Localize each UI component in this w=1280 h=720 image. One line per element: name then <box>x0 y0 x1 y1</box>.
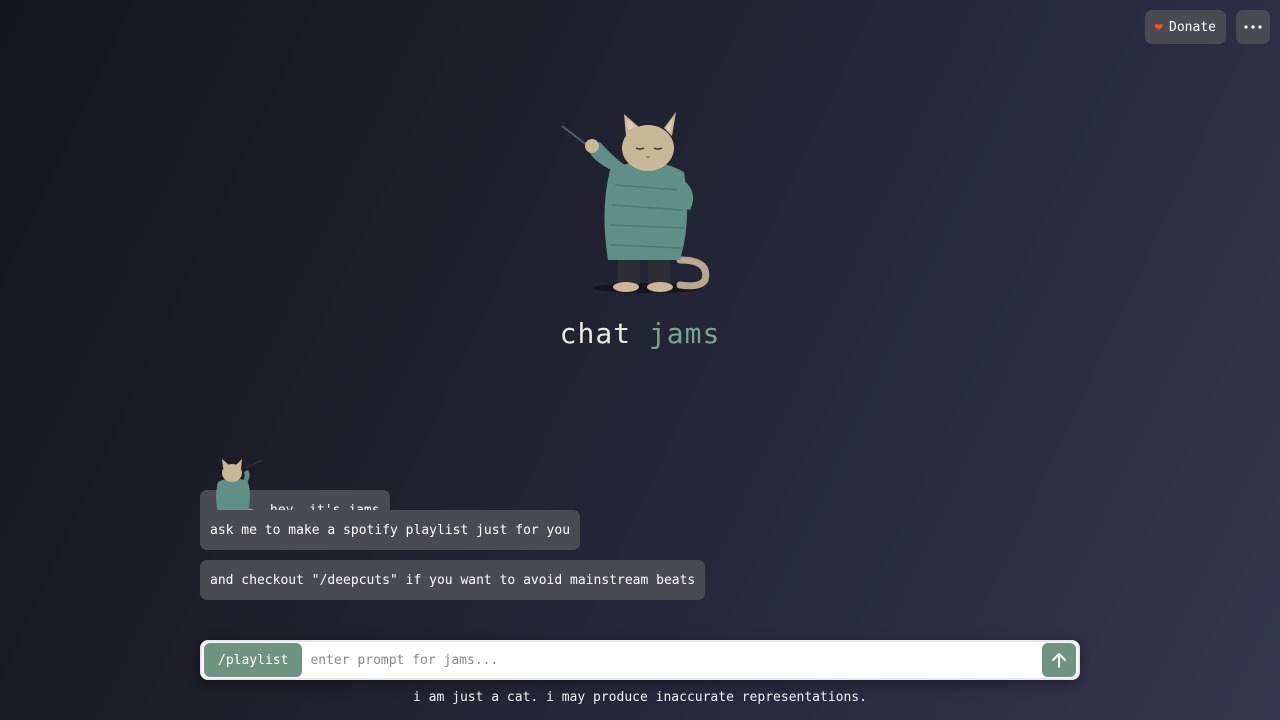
message-text: and checkout "/deepcuts" if you want to … <box>210 572 696 588</box>
arrow-up-icon <box>1052 653 1066 668</box>
more-horizontal-icon <box>1244 25 1262 29</box>
message-row: and checkout "/deepcuts" if you want to … <box>200 560 1080 610</box>
chat-thread: hey, it's jams ask me to make a spotify … <box>200 459 1080 610</box>
bot-message: and checkout "/deepcuts" if you want to … <box>200 560 706 600</box>
app-title: chat jams <box>560 317 721 350</box>
message-row: ask me to make a spotify playlist just f… <box>200 510 1080 560</box>
prompt-composer: /playlist <box>200 640 1080 680</box>
app-title-word-chat: chat <box>559 317 632 350</box>
prompt-input[interactable] <box>302 643 1042 677</box>
message-row: hey, it's jams <box>200 459 1080 530</box>
playlist-command-button[interactable]: /playlist <box>204 643 303 677</box>
more-menu-button[interactable] <box>1236 10 1270 44</box>
hero: chat jams <box>0 110 1280 350</box>
send-button[interactable] <box>1042 643 1076 677</box>
heart-icon: ❤ <box>1154 19 1164 35</box>
donate-label: Donate <box>1169 19 1216 35</box>
disclaimer-text: i am just a cat. i may produce inaccurat… <box>413 690 867 705</box>
bot-message: ask me to make a spotify playlist just f… <box>200 510 581 550</box>
message-text: ask me to make a spotify playlist just f… <box>210 522 571 538</box>
cat-conductor-logo <box>561 112 710 293</box>
app-title-word-jams: jams <box>648 317 721 350</box>
donate-button[interactable]: ❤ Donate <box>1144 10 1226 44</box>
top-actions: ❤ Donate <box>1144 10 1270 44</box>
